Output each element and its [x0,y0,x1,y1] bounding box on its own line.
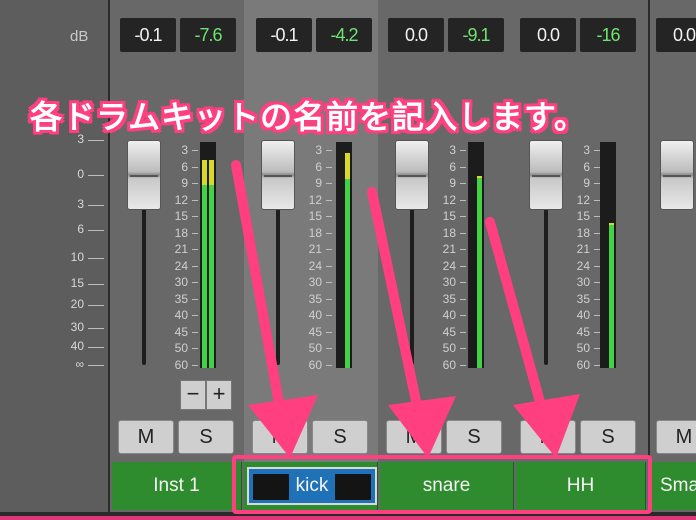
name-highlight-box [232,455,652,514]
annotation-arrows [231,160,580,458]
arrowhead-snare [388,396,456,458]
arrow-to-kick [231,160,287,425]
arrow-to-snare [367,187,425,425]
annotation-caption: 各ドラムキットの名前を記入します。 [30,99,587,135]
mixer-window: dB 3 0 3 6 10 15 20 30 40 ∞ -0.1 -7.6 3 6 9 12 15 18 21… [0,0,696,520]
arrowhead-hh [513,394,580,458]
arrow-to-hh [485,217,550,425]
arrowhead-kick [248,395,318,458]
